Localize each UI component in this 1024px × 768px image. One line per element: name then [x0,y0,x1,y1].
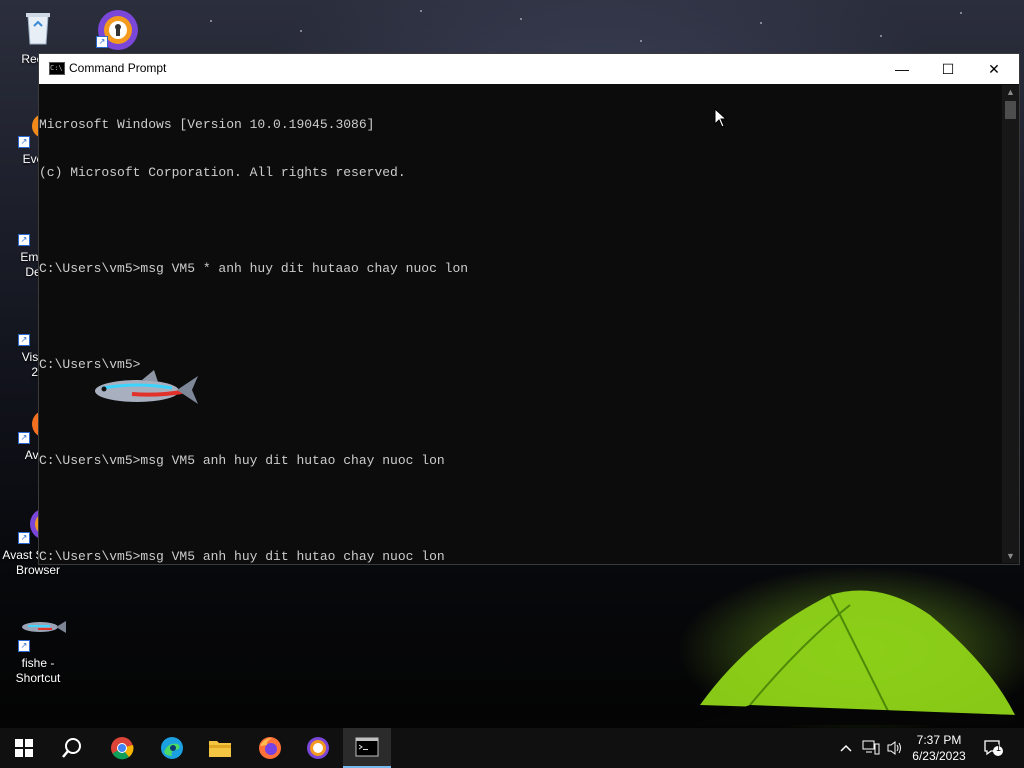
console-line: (c) Microsoft Corporation. All rights re… [39,165,406,180]
console-line: C:\Users\vm5>msg VM5 anh huy dit hutao c… [39,549,445,563]
chrome-taskbar-button[interactable] [98,728,146,768]
vertical-scrollbar[interactable]: ▲ ▼ [1002,85,1019,563]
console-line: Microsoft Windows [Version 10.0.19045.30… [39,117,375,132]
shortcut-arrow-icon: ↗ [18,136,30,148]
network-button[interactable] [860,728,882,768]
window-title: Command Prompt [69,61,167,75]
console-line: C:\Users\vm5>msg VM5 * anh huy dit hutaa… [39,261,469,276]
shortcut-arrow-icon: ↗ [18,432,30,444]
fishe-shortcut-label-2: Shortcut [15,671,61,685]
avast-secure-top-desktop-icon[interactable]: ↗ [78,8,154,52]
shortcut-arrow-icon: ↗ [18,234,30,246]
file-explorer-icon [209,741,231,757]
clock-date: 6/23/2023 [912,749,966,763]
start-button[interactable] [0,728,48,768]
scroll-down-arrow-icon[interactable]: ▼ [1002,549,1019,563]
action-center-button[interactable]: 1 [980,728,1006,768]
command-prompt-taskbar-button[interactable] [343,728,391,768]
edge-icon [161,737,183,759]
avast-browser-taskbar-button[interactable] [294,728,342,768]
start-icon [15,739,33,757]
shortcut-arrow-icon: ↗ [18,532,30,544]
fishe-shortcut-desktop-icon[interactable]: ↗ fishe - Shortcut [0,612,76,686]
avast-secure-browser-icon: ↗ [96,8,138,50]
taskbar: 7:37 PM 6/23/2023 1 [0,728,1024,768]
edge-taskbar-button[interactable] [148,728,196,768]
shortcut-arrow-icon: ↗ [18,334,30,346]
mouse-cursor-icon [714,108,728,128]
console-line: C:\Users\vm5>msg VM5 anh huy dit hutao c… [39,453,445,468]
avast-secure-browser-label-2: Browser [15,563,60,577]
fish-sprite[interactable] [92,370,198,410]
shortcut-arrow-icon: ↗ [96,36,108,48]
shortcut-arrow-icon: ↗ [18,640,30,652]
chrome-icon [111,737,134,760]
command-prompt-window[interactable]: C:\ Command Prompt — ☐ ✕ Microsoft Windo… [38,53,1020,565]
chevron-up-icon [840,744,852,752]
firefox-icon [259,737,281,759]
clock-time: 7:37 PM [916,733,962,747]
avast-browser-icon [307,737,329,759]
command-prompt-icon [355,737,379,757]
firefox-taskbar-button[interactable] [246,728,294,768]
command-prompt-icon: C:\ [49,62,65,75]
fishe-shortcut-label-1: fishe - [21,656,55,670]
scroll-thumb[interactable] [1005,101,1016,119]
taskbar-clock[interactable]: 7:37 PM 6/23/2023 [900,732,978,764]
notification-count-badge: 1 [996,743,1002,753]
scroll-up-arrow-icon[interactable]: ▲ [1002,85,1019,99]
search-button[interactable] [48,728,96,768]
fish-icon: ↗ [18,612,66,652]
search-icon [62,738,81,758]
close-button[interactable]: ✕ [971,54,1017,84]
console-output[interactable]: Microsoft Windows [Version 10.0.19045.30… [39,85,1001,563]
tent-image [690,590,1015,725]
network-icon [862,740,880,755]
minimize-button[interactable]: — [879,54,925,84]
maximize-button[interactable]: ☐ [925,54,971,84]
recycle-bin-icon [18,8,58,48]
show-hidden-icons-button[interactable] [836,728,856,768]
file-explorer-taskbar-button[interactable] [196,728,244,768]
title-bar[interactable]: C:\ Command Prompt — ☐ ✕ [39,54,1019,84]
